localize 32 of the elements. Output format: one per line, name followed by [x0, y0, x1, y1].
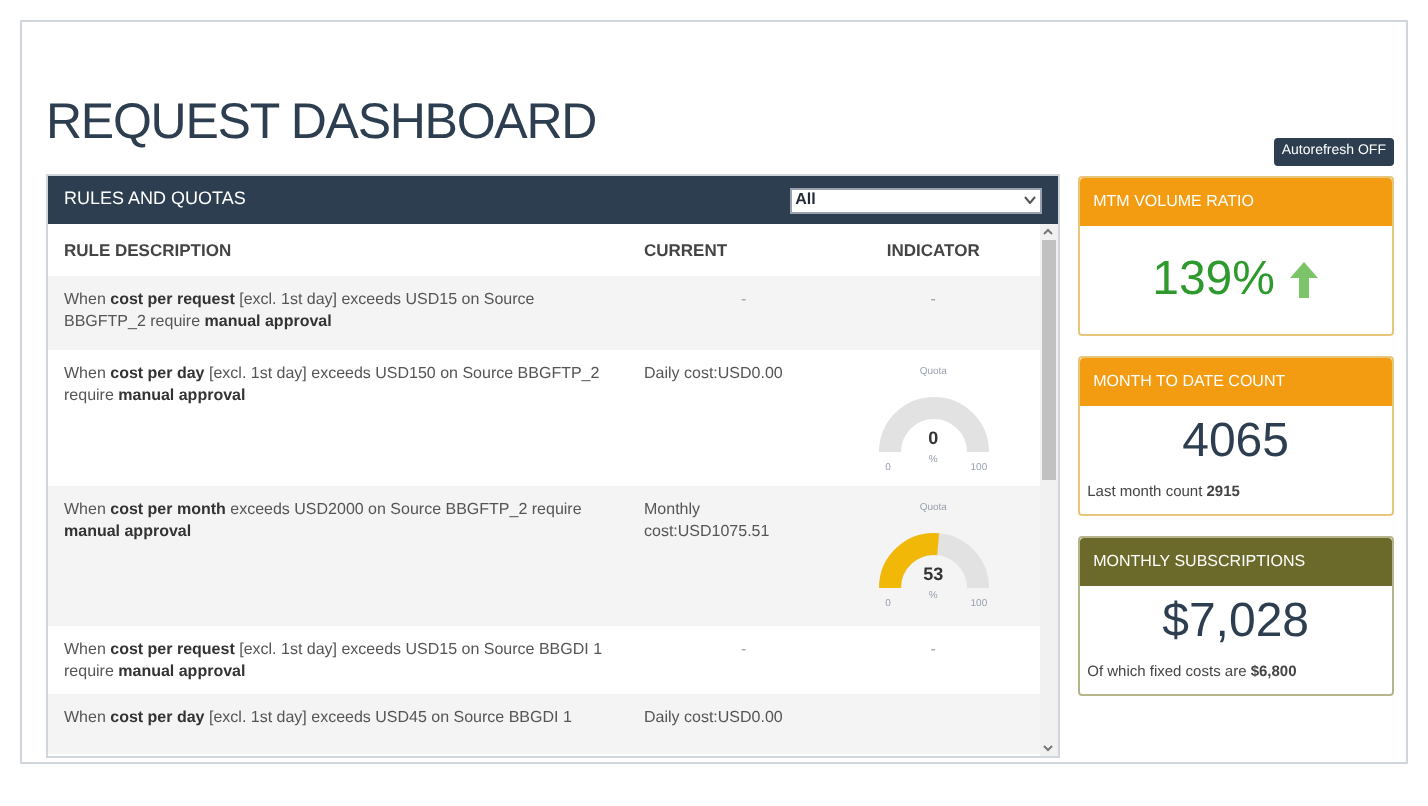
current-value: -	[740, 638, 747, 662]
page-title: REQUEST DASHBOARD	[46, 94, 599, 154]
card-value: 139%	[1152, 256, 1275, 304]
scrollbar[interactable]	[1039, 224, 1058, 756]
column-header: INDICATOR	[886, 237, 980, 263]
gauge-value: 53	[923, 564, 944, 586]
scroll-down-icon[interactable]	[1042, 740, 1055, 756]
card-title: MONTHLY SUBSCRIPTIONS	[1093, 550, 1306, 574]
current-value: Monthly cost:USD1075.51	[644, 498, 772, 542]
card-title: MONTH TO DATE COUNT	[1093, 370, 1286, 394]
current-value: Daily cost:USD0.00	[644, 706, 785, 728]
filter-dropdown[interactable]: All	[789, 187, 1042, 213]
gauge-value: 0	[928, 428, 939, 450]
scrollbar-thumb[interactable]	[1041, 240, 1056, 480]
indicator-value: -	[930, 638, 936, 662]
rule-description: When cost per month exceeds USD2000 on Source BBGFTP_2 require manual approval	[64, 498, 584, 544]
scroll-up-icon[interactable]	[1042, 224, 1055, 240]
column-header: CURRENT	[644, 237, 728, 263]
panel-title: RULES AND QUOTAS	[64, 186, 246, 213]
rule-description: When cost per day [excl. 1st day] exceeds USD150 on Source BBGFTP_2 require manual approval	[64, 362, 602, 408]
card-title: MTM VOLUME RATIO	[1093, 190, 1254, 214]
card-value: $7,028	[1162, 598, 1310, 647]
current-value: -	[740, 288, 747, 312]
card-value: 4065	[1182, 418, 1289, 467]
chevron-down-icon	[1023, 196, 1036, 204]
rule-description: When cost per request [excl. 1st day] exceeds USD15 on Source BBGFTP_2 require manual approval	[64, 288, 537, 334]
rule-description: When cost per request [excl. 1st day] exceeds USD15 on Source BBGDI 1 require manual approval	[64, 638, 605, 684]
arrow-up-icon	[1287, 260, 1319, 300]
current-value: Daily cost:USD0.00	[644, 362, 785, 384]
indicator-value: -	[930, 288, 936, 312]
rule-description: When cost per day [excl. 1st day] exceeds USD45 on Source BBGDI 1	[64, 706, 574, 730]
column-header: RULE DESCRIPTION	[64, 237, 232, 263]
